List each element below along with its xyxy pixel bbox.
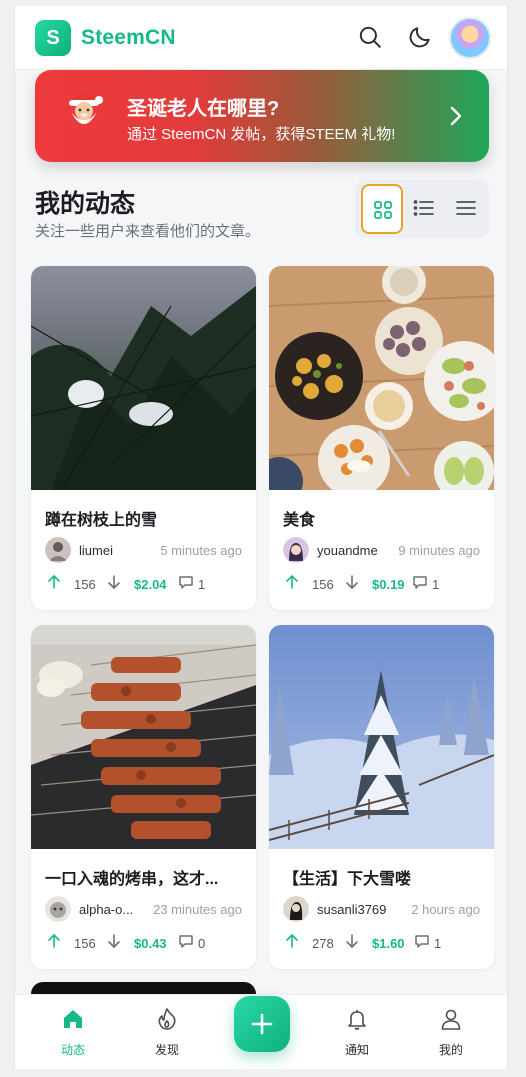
comment-count: 1	[198, 577, 206, 592]
nav-label: 发现	[154, 1043, 179, 1057]
payout-value: $0.19	[372, 577, 405, 592]
comment-icon[interactable]	[414, 933, 430, 949]
post-title[interactable]: 一口入魂的烤串，这才...	[45, 865, 245, 889]
app-name[interactable]: SteemCN	[81, 26, 176, 50]
grid-view-icon	[374, 201, 392, 219]
vote-count: 156	[74, 577, 96, 592]
compact-view-icon	[456, 201, 476, 215]
logo-badge[interactable]: S	[35, 20, 71, 56]
post-stats: 156 $2.04 1	[45, 574, 245, 596]
post-title[interactable]: 蹲在树枝上的雪	[45, 506, 245, 530]
post-title[interactable]: 美食	[283, 506, 483, 530]
section-subtitle: 关注一些用户来查看他们的文章。	[35, 223, 261, 240]
list-view-icon	[413, 200, 434, 216]
santa-icon	[69, 93, 103, 124]
moon-icon[interactable]	[407, 24, 433, 50]
nav-item-discover[interactable]: 发现	[127, 995, 207, 1069]
post-card[interactable]: 蹲在树枝上的雪 liumei 5 minutes ago 156 $2.04 1	[31, 266, 256, 610]
post-image[interactable]	[269, 625, 494, 849]
home-icon	[64, 1010, 82, 1028]
plus-icon	[251, 1013, 273, 1035]
grid-view-button[interactable]	[361, 184, 403, 234]
post-card[interactable]: 一口入魂的烤串，这才... alpha-o... 23 minutes ago …	[31, 625, 256, 969]
upvote-icon[interactable]	[47, 574, 61, 590]
view-mode-toggle	[355, 180, 489, 238]
comment-icon[interactable]	[178, 574, 194, 590]
comment-count: 1	[432, 577, 440, 592]
banner-title: 圣诞老人在哪里?	[127, 98, 280, 120]
banner-subtitle: 通过 SteemCN 发帖，获得STEEM 礼物!	[127, 126, 396, 143]
upvote-icon[interactable]	[47, 933, 61, 949]
post-time: 5 minutes ago	[160, 543, 242, 558]
author-name[interactable]: susanli3769	[317, 902, 386, 917]
payout-value: $0.43	[134, 936, 167, 951]
post-card[interactable]: 美食 youandme 9 minutes ago 156 $0.19 1	[269, 266, 494, 610]
post-time: 23 minutes ago	[153, 902, 242, 917]
downvote-icon[interactable]	[345, 574, 359, 590]
post-time: 9 minutes ago	[398, 543, 480, 558]
comment-count: 1	[434, 936, 442, 951]
downvote-icon[interactable]	[107, 574, 121, 590]
upvote-icon[interactable]	[285, 574, 299, 590]
vote-count: 278	[312, 936, 334, 951]
author-avatar[interactable]	[283, 896, 309, 922]
compact-view-button[interactable]	[445, 184, 487, 234]
comment-count: 0	[198, 936, 206, 951]
comment-icon[interactable]	[178, 933, 194, 949]
section-title: 我的动态	[35, 190, 136, 218]
post-title[interactable]: 【生活】下大雪喽	[283, 865, 483, 889]
downvote-icon[interactable]	[107, 933, 121, 949]
author-avatar[interactable]	[45, 537, 71, 563]
nav-label: 动态	[60, 1043, 85, 1057]
nav-item-feed[interactable]: 动态	[33, 995, 113, 1069]
nav-label: 通知	[344, 1043, 369, 1057]
app-frame: S SteemCN 圣诞老人在哪里? 通过 SteemCN 发帖，获得STEEM…	[14, 6, 508, 1069]
nav-item-profile[interactable]: 我的	[411, 995, 491, 1069]
post-image[interactable]	[31, 266, 256, 490]
vote-count: 156	[74, 936, 96, 951]
upvote-icon[interactable]	[285, 933, 299, 949]
post-stats: 156 $0.19 1	[283, 574, 483, 596]
post-time: 2 hours ago	[411, 902, 480, 917]
post-card[interactable]: 【生活】下大雪喽 susanli3769 2 hours ago 278 $1.…	[269, 625, 494, 969]
payout-value: $2.04	[134, 577, 167, 592]
vote-count: 156	[312, 577, 334, 592]
nav-label: 我的	[438, 1043, 463, 1057]
author-avatar[interactable]	[283, 537, 309, 563]
author-avatar[interactable]	[45, 896, 71, 922]
post-stats: 156 $0.43 0	[45, 933, 245, 955]
top-header: S SteemCN	[15, 6, 507, 70]
flame-icon	[158, 1008, 176, 1030]
nav-item-notifications[interactable]: 通知	[317, 995, 397, 1069]
post-image[interactable]	[269, 266, 494, 490]
create-post-button[interactable]	[234, 996, 290, 1052]
post-stats: 278 $1.60 1	[283, 933, 483, 955]
downvote-icon[interactable]	[345, 933, 359, 949]
author-name[interactable]: liumei	[79, 543, 113, 558]
author-name[interactable]: youandme	[317, 543, 378, 558]
list-view-button[interactable]	[403, 184, 445, 234]
comment-icon[interactable]	[412, 574, 428, 590]
payout-value: $1.60	[372, 936, 405, 951]
user-avatar[interactable]	[449, 17, 491, 59]
chevron-right-icon[interactable]	[445, 102, 467, 130]
search-icon[interactable]	[357, 24, 383, 50]
user-icon	[441, 1009, 461, 1030]
promo-banner[interactable]: 圣诞老人在哪里? 通过 SteemCN 发帖，获得STEEM 礼物!	[35, 70, 489, 162]
bell-icon	[348, 1010, 366, 1030]
author-name[interactable]: alpha-o...	[79, 902, 133, 917]
post-image[interactable]	[31, 625, 256, 849]
